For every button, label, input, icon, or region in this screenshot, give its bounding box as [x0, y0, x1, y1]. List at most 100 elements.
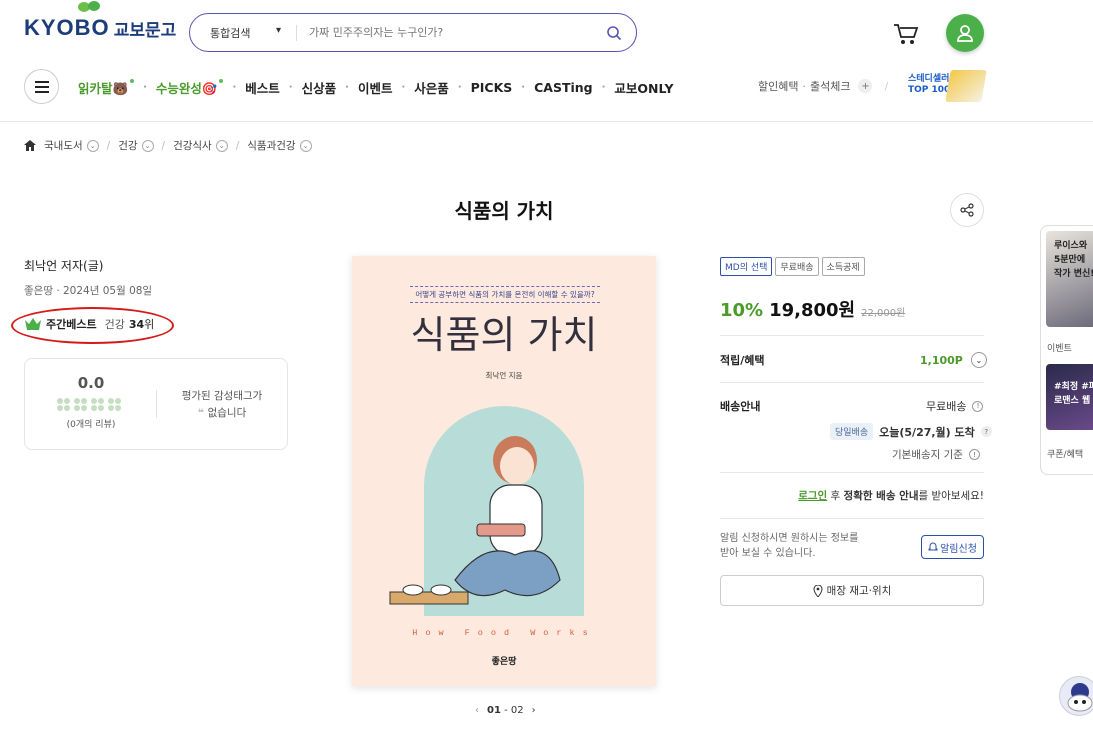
review-count[interactable]: (0개의 리뷰) [46, 417, 136, 430]
info-icon[interactable]: ! [972, 400, 984, 412]
free-shipping-row: 무료배송 ! [926, 398, 984, 414]
alarm-button[interactable]: 알림신청 [921, 535, 984, 559]
store-stock-label: 매장 재고·위치 [826, 585, 892, 597]
discount-link[interactable]: 할인혜택 [758, 78, 798, 94]
menu-button[interactable] [24, 69, 59, 104]
login-notice: 로그인 후 정확한 배송 안내를 받아보세요! [720, 488, 984, 503]
badge-md-pick: MD의 선택 [720, 257, 773, 276]
info-icon[interactable]: ! [968, 449, 980, 460]
logo-ko-text: 교보문고 [113, 20, 177, 41]
share-icon [960, 203, 974, 217]
bell-icon [928, 542, 938, 551]
badge-free-shipping: 무료배송 [775, 257, 819, 276]
product-title: 식품의 가치 [454, 199, 554, 223]
divider [720, 472, 984, 473]
nav-item-2[interactable]: 수능완성🎯 [156, 78, 224, 97]
discount-rate: 10% [720, 300, 764, 321]
plus-icon[interactable]: + [858, 79, 873, 93]
banner2-line2: 로맨스 웹 [1054, 396, 1091, 406]
share-button[interactable] [950, 193, 984, 227]
rating-clovers [57, 398, 121, 411]
original-price: 22,000원 [861, 308, 906, 319]
help-icon[interactable]: ? [980, 426, 992, 437]
banner1-line2: 5분만에 [1054, 255, 1086, 265]
nav-item-7[interactable]: PICKS [471, 80, 513, 95]
home-icon[interactable] [24, 140, 36, 151]
main-nav: 읽카탈🐻 · 수능완성🎯 · 베스트 · 신상품 · 이벤트 · 사은품 · P… [78, 78, 674, 97]
banner1-line3: 작가 변신! [1054, 269, 1093, 279]
next-arrow-icon[interactable]: › [532, 705, 536, 716]
cover-title: 식품의 가치 [410, 313, 598, 357]
review-divider [156, 390, 157, 418]
publisher-date: 좋은땅 · 2024년 05월 08일 [24, 285, 153, 297]
pager-current: 01 [487, 705, 501, 716]
alarm-line1: 알림 신청하시면 원하시는 정보를 [720, 533, 859, 544]
rating-score: 0.0 [77, 374, 105, 392]
pager-sep: - [504, 705, 508, 716]
search-category-select[interactable]: 통합검색 [210, 25, 290, 41]
kyobo-logo[interactable]: KYOBO 교보문고 [24, 1, 177, 48]
chevron-down-icon[interactable]: ⌄ [970, 352, 987, 368]
clover-icon [91, 398, 104, 411]
nav-item-6[interactable]: 사은품 [414, 78, 449, 97]
user-profile-button[interactable] [946, 14, 984, 52]
product-badges: MD의 선택 무료배송 소득공제 [720, 257, 865, 276]
hamburger-icon [34, 80, 49, 93]
search-input[interactable] [309, 26, 606, 39]
steady-seller-image[interactable] [945, 70, 987, 102]
breadcrumb-item[interactable]: 건강식사 [173, 138, 212, 153]
chevron-down-icon[interactable]: ⌄ [141, 139, 154, 152]
chatbot-icon[interactable] [1059, 676, 1093, 716]
price-block: 10% 19,800원 22,000원 [720, 296, 905, 322]
leaf-icon [78, 1, 100, 12]
alarm-notice: 알림 신청하시면 원하시는 정보를 받아 보실 수 있습니다. [720, 531, 858, 561]
banner1-line1: 루이스와 [1054, 241, 1088, 251]
coupon-banner[interactable]: #최정 #파 로맨스 웹 [1046, 364, 1093, 430]
highlight-ellipse [11, 307, 174, 344]
nav-item-3[interactable]: 베스트 [245, 78, 280, 97]
author-name[interactable]: 최낙언 저자(글) [24, 257, 103, 274]
event-banner[interactable]: 루이스와 5분만에작가 변신! [1046, 231, 1093, 327]
event-label[interactable]: 이벤트 [1047, 341, 1072, 354]
shipping-label: 배송안내 [720, 400, 761, 413]
nav-item-4[interactable]: 신상품 [302, 78, 337, 97]
badge-tax-deduction: 소득공제 [821, 257, 865, 276]
steady-seller-link[interactable]: 스테디셀러 TOP 100 [908, 74, 950, 96]
study-line1: 스테디셀러 [908, 74, 950, 84]
clover-icon [74, 398, 87, 411]
breadcrumb-item[interactable]: 식품과건강 [247, 138, 295, 153]
nav-item-5[interactable]: 이벤트 [358, 78, 393, 97]
nav-item-1[interactable]: 읽카탈🐻 [78, 78, 135, 97]
arrival-date: 오늘(5/27,월) 도착 [879, 425, 975, 439]
prev-arrow-icon[interactable]: ‹ [475, 705, 479, 716]
clover-icon [108, 398, 121, 411]
location-pin-icon [813, 584, 823, 597]
chevron-down-icon[interactable]: ⌄ [299, 139, 312, 152]
attendance-link[interactable]: 출석체크 [810, 78, 850, 94]
cart-icon[interactable] [893, 22, 919, 46]
tag-line2: 없습니다 [207, 407, 247, 419]
pager-total: 02 [510, 705, 524, 716]
cover-author: 최낙언 지음 [485, 371, 523, 380]
nav-item-8[interactable]: CASTing [534, 80, 593, 95]
coupon-label[interactable]: 쿠폰/혜택 [1047, 447, 1083, 460]
breadcrumb: 국내도서 ⌄ / 건강 ⌄ / 건강식사 ⌄ / 식품과건강 ⌄ [24, 138, 312, 153]
search-icon[interactable] [606, 25, 622, 41]
login-link[interactable]: 로그인 [798, 490, 827, 502]
nav-item-9[interactable]: 교보ONLY [614, 78, 673, 97]
chevron-down-icon[interactable]: ⌄ [86, 139, 99, 152]
breadcrumb-item[interactable]: 국내도서 [44, 138, 83, 153]
alarm-button-label: 알림신청 [940, 543, 977, 555]
study-line2: TOP 100 [908, 85, 951, 95]
clover-icon [57, 398, 70, 411]
points-row: 1,100P ⌄ [920, 352, 987, 368]
breadcrumb-item[interactable]: 건강 [118, 138, 137, 153]
divider [720, 382, 984, 383]
base-address-text[interactable]: 기본배송지 기준 [892, 447, 963, 462]
chevron-down-icon[interactable]: ⌄ [215, 139, 228, 152]
user-icon [957, 25, 973, 42]
base-address-row: 기본배송지 기준 ! [892, 447, 980, 462]
divider [720, 518, 984, 519]
free-shipping-text: 무료배송 [926, 400, 967, 413]
store-stock-button[interactable]: 매장 재고·위치 [720, 575, 984, 606]
